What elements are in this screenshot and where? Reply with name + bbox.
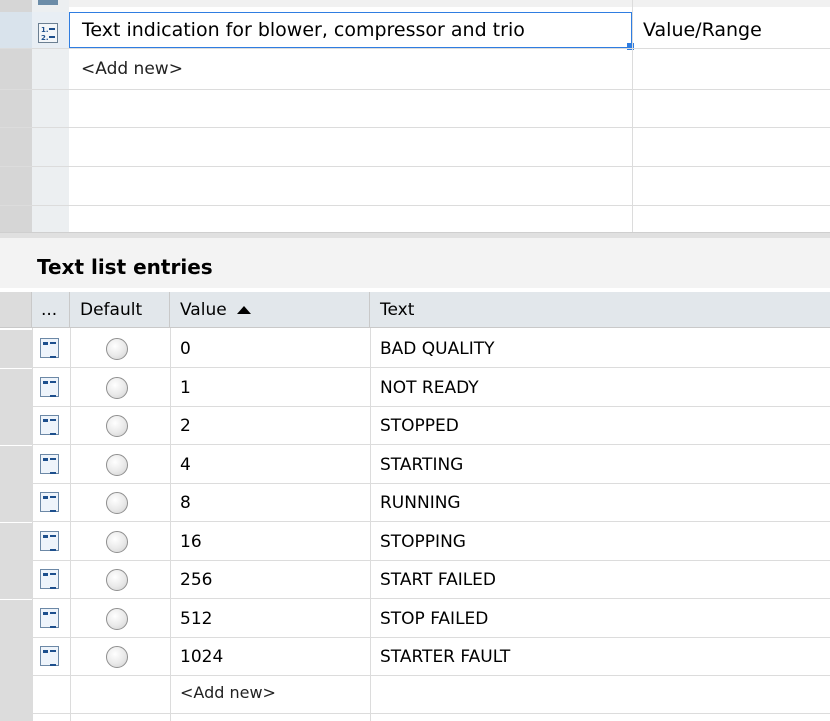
- row-divider: [0, 205, 830, 206]
- table-row[interactable]: 0 BAD QUALITY: [0, 330, 830, 368]
- table-row[interactable]: 2 STOPPED: [0, 407, 830, 445]
- entry-text-cell[interactable]: STARTING: [370, 446, 830, 484]
- column-header-default[interactable]: Default: [70, 292, 170, 328]
- table-row[interactable]: 4 STARTING: [0, 446, 830, 484]
- row-header[interactable]: [0, 369, 32, 407]
- svg-text:1.: 1.: [41, 26, 49, 34]
- text-entry-icon: [40, 569, 59, 589]
- table-row[interactable]: 16 STOPPING: [0, 523, 830, 561]
- entry-value-cell[interactable]: 1024: [170, 638, 370, 676]
- row-header[interactable]: [0, 446, 32, 484]
- column-header-text[interactable]: Text: [370, 292, 830, 328]
- header-corner: [0, 292, 32, 328]
- row-divider: [0, 521, 830, 522]
- text-entry-icon: [40, 608, 59, 628]
- column-divider: [632, 0, 633, 232]
- default-radio-icon[interactable]: [106, 608, 128, 630]
- table-row[interactable]: 256 START FAILED: [0, 561, 830, 599]
- row-header[interactable]: [0, 484, 32, 522]
- add-new-entry[interactable]: <Add new>: [170, 673, 370, 713]
- text-entry-icon: [40, 646, 59, 666]
- row-header[interactable]: [0, 523, 32, 561]
- selected-row-header[interactable]: [0, 12, 32, 48]
- row-divider: [0, 367, 830, 368]
- entry-text-cell[interactable]: STARTER FAULT: [370, 638, 830, 676]
- column-header-value[interactable]: Value: [170, 292, 370, 328]
- entry-value-cell[interactable]: 2: [170, 407, 370, 445]
- entry-value-cell[interactable]: 8: [170, 484, 370, 522]
- sort-ascending-icon: [237, 306, 251, 314]
- default-radio-icon[interactable]: [106, 646, 128, 668]
- text-list-icon: [38, 0, 58, 5]
- default-radio-icon[interactable]: [106, 338, 128, 360]
- default-radio-icon[interactable]: [106, 492, 128, 514]
- entry-text-cell[interactable]: STOPPING: [370, 523, 830, 561]
- default-radio-icon[interactable]: [106, 454, 128, 476]
- row-divider: [0, 713, 830, 714]
- top-table-edge: [0, 0, 830, 7]
- entry-text-cell[interactable]: BAD QUALITY: [370, 330, 830, 368]
- entry-value-cell[interactable]: 256: [170, 561, 370, 599]
- row-divider: [0, 598, 830, 599]
- row-divider: [0, 444, 830, 445]
- entry-value-cell[interactable]: 1: [170, 369, 370, 407]
- table-row[interactable]: 1 NOT READY: [0, 369, 830, 407]
- entry-text-cell[interactable]: NOT READY: [370, 369, 830, 407]
- text-entry-icon: [40, 531, 59, 551]
- svg-text:2.: 2.: [41, 34, 49, 42]
- row-header[interactable]: [0, 600, 32, 638]
- row-header[interactable]: [0, 638, 32, 676]
- column-divider: [70, 328, 71, 721]
- text-entry-icon: [40, 454, 59, 474]
- default-radio-icon[interactable]: [106, 531, 128, 553]
- entry-value-cell[interactable]: 0: [170, 330, 370, 368]
- entry-text-cell[interactable]: STOPPED: [370, 407, 830, 445]
- column-divider: [170, 328, 171, 721]
- row-header[interactable]: [0, 561, 32, 599]
- text-list-name-cell[interactable]: Text indication for blower, compressor a…: [69, 12, 632, 48]
- text-entry-icon: [40, 377, 59, 397]
- entry-value-cell[interactable]: 512: [170, 600, 370, 638]
- default-radio-icon[interactable]: [106, 415, 128, 437]
- entry-value-cell[interactable]: 4: [170, 446, 370, 484]
- column-divider: [32, 328, 33, 721]
- text-list-icon: 1. 2.: [38, 23, 58, 43]
- default-radio-icon[interactable]: [106, 569, 128, 591]
- row-header[interactable]: [0, 330, 32, 368]
- default-radio-icon[interactable]: [106, 377, 128, 399]
- add-new-text-list[interactable]: <Add new>: [81, 59, 183, 79]
- table-row[interactable]: 1024 STARTER FAULT: [0, 638, 830, 676]
- table-row[interactable]: 512 STOP FAILED: [0, 600, 830, 638]
- text-entry-icon: [40, 492, 59, 512]
- row-divider: [0, 675, 830, 676]
- entry-text-cell[interactable]: START FAILED: [370, 561, 830, 599]
- column-header-value-label: Value: [180, 300, 227, 320]
- column-divider: [370, 328, 371, 721]
- entry-value-cell[interactable]: 16: [170, 523, 370, 561]
- row-divider: [0, 89, 830, 90]
- table-row[interactable]: 8 RUNNING: [0, 484, 830, 522]
- row-divider: [0, 166, 830, 167]
- row-divider: [0, 48, 830, 49]
- text-entry-icon: [40, 415, 59, 435]
- entry-text-cell[interactable]: STOP FAILED: [370, 600, 830, 638]
- column-header-more[interactable]: ...: [32, 292, 70, 328]
- entry-text-cell[interactable]: RUNNING: [370, 484, 830, 522]
- section-title: Text list entries: [0, 238, 830, 288]
- text-list-type-cell[interactable]: Value/Range: [633, 12, 830, 48]
- text-entry-icon: [40, 338, 59, 358]
- row-header: [0, 676, 32, 721]
- row-header[interactable]: [0, 407, 32, 445]
- row-divider: [0, 127, 830, 128]
